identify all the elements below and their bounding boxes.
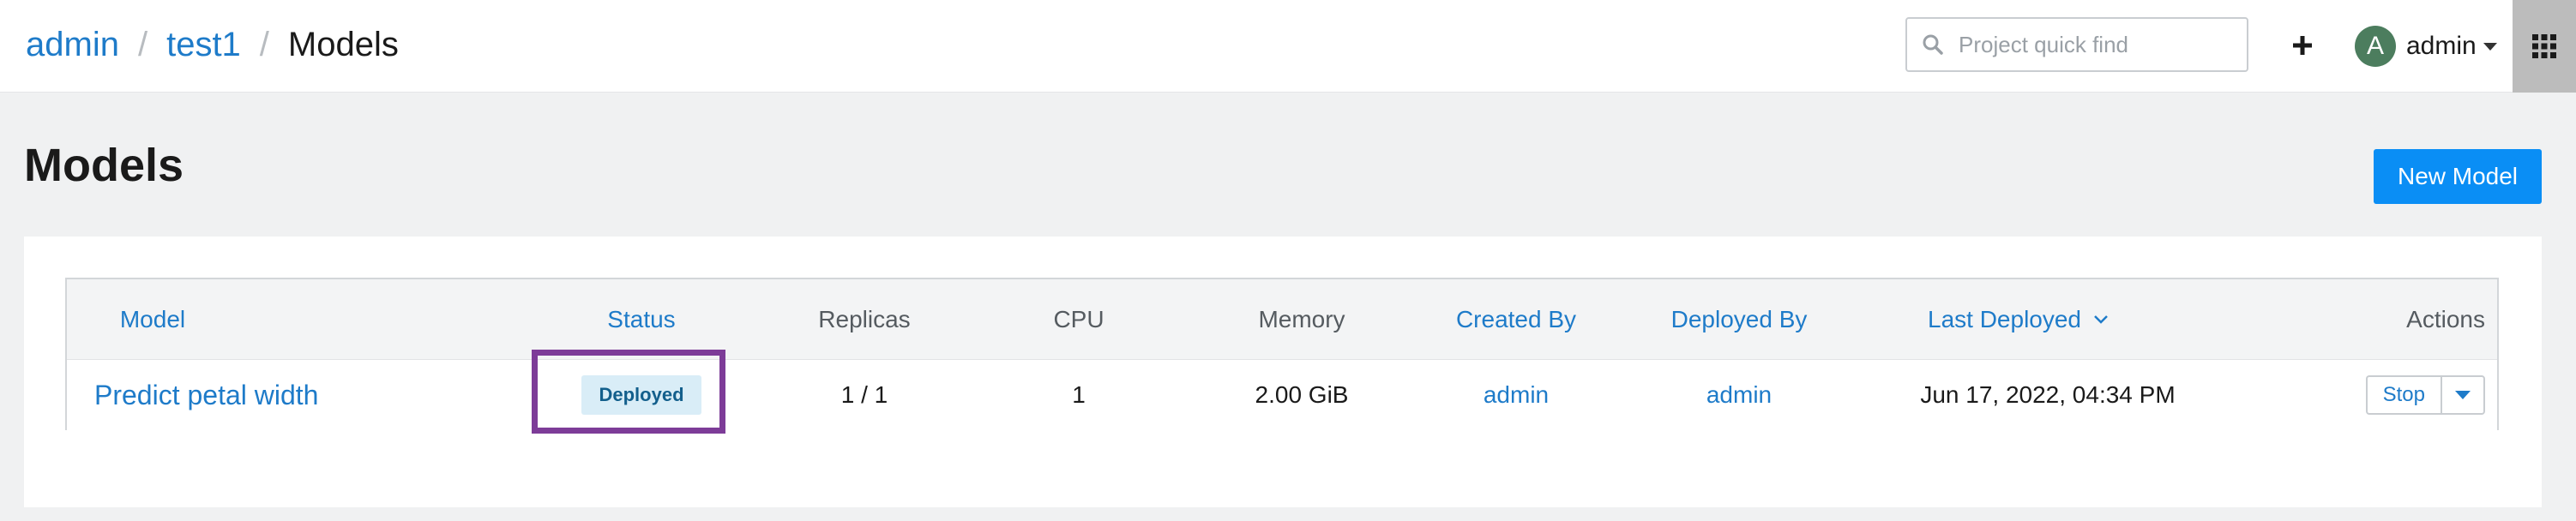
actions-cell: Stop	[2331, 360, 2485, 430]
add-button[interactable]	[2274, 15, 2331, 75]
deployed-by-link[interactable]: admin	[1645, 360, 1833, 430]
cpu-value: 1	[1072, 381, 1086, 408]
models-table: Model Status Replicas CPU Memory Created…	[65, 278, 2499, 430]
row-actions: Stop	[2365, 375, 2485, 415]
stop-button[interactable]: Stop	[2365, 375, 2441, 415]
user-menu[interactable]: A admin	[2355, 22, 2497, 70]
table-header: Model Status Replicas CPU Memory Created…	[67, 279, 2497, 360]
plus-icon	[2293, 36, 2312, 55]
column-header-memory: Memory	[1258, 305, 1345, 332]
breadcrumb-current: Models	[287, 26, 399, 63]
created-by-link[interactable]: admin	[1422, 360, 1610, 430]
column-header-cpu: CPU	[1053, 305, 1104, 332]
column-header-last-deployed-label: Last Deployed	[1928, 305, 2082, 332]
search-icon	[1907, 19, 1959, 70]
search-input[interactable]	[1959, 21, 2233, 69]
apps-grid-icon	[2532, 34, 2556, 58]
breadcrumb-link-admin[interactable]: admin	[26, 22, 119, 67]
top-navigation-bar: admin / test1 / Models A admin	[0, 0, 2576, 93]
new-model-button[interactable]: New Model	[2374, 149, 2542, 204]
column-header-model[interactable]: Model	[67, 279, 238, 359]
status-cell: Deployed	[564, 360, 719, 430]
memory-value: 2.00 GiB	[1255, 381, 1349, 408]
actions-dropdown-button[interactable]	[2441, 375, 2485, 415]
column-header-actions: Actions	[2406, 305, 2485, 332]
project-quick-find	[1905, 17, 2248, 72]
table-row: Predict petal width Deployed 1 / 1 1 2.0…	[67, 360, 2497, 430]
breadcrumb: admin / test1 / Models	[26, 22, 399, 67]
caret-down-icon	[2455, 391, 2471, 399]
model-name-link[interactable]: Predict petal width	[94, 360, 369, 430]
replicas-value: 1 / 1	[840, 381, 888, 408]
chevron-down-icon	[2094, 314, 2108, 324]
user-name: admin	[2406, 32, 2477, 60]
status-badge: Deployed	[581, 375, 701, 415]
models-card: Model Status Replicas CPU Memory Created…	[24, 237, 2542, 507]
apps-menu-button[interactable]	[2513, 0, 2576, 93]
column-header-deployed-by[interactable]: Deployed By	[1645, 279, 1833, 359]
column-header-last-deployed[interactable]: Last Deployed	[1928, 279, 2151, 359]
column-header-status[interactable]: Status	[564, 279, 719, 359]
page-title: Models	[24, 140, 184, 191]
column-header-replicas: Replicas	[818, 305, 911, 332]
caret-down-icon	[2483, 42, 2497, 51]
breadcrumb-link-project[interactable]: test1	[166, 22, 241, 67]
breadcrumb-separator: /	[259, 26, 269, 63]
column-header-created-by[interactable]: Created By	[1422, 279, 1610, 359]
last-deployed-value: Jun 17, 2022, 04:34 PM	[1920, 381, 2176, 408]
breadcrumb-separator: /	[137, 26, 148, 63]
avatar: A	[2355, 26, 2396, 67]
